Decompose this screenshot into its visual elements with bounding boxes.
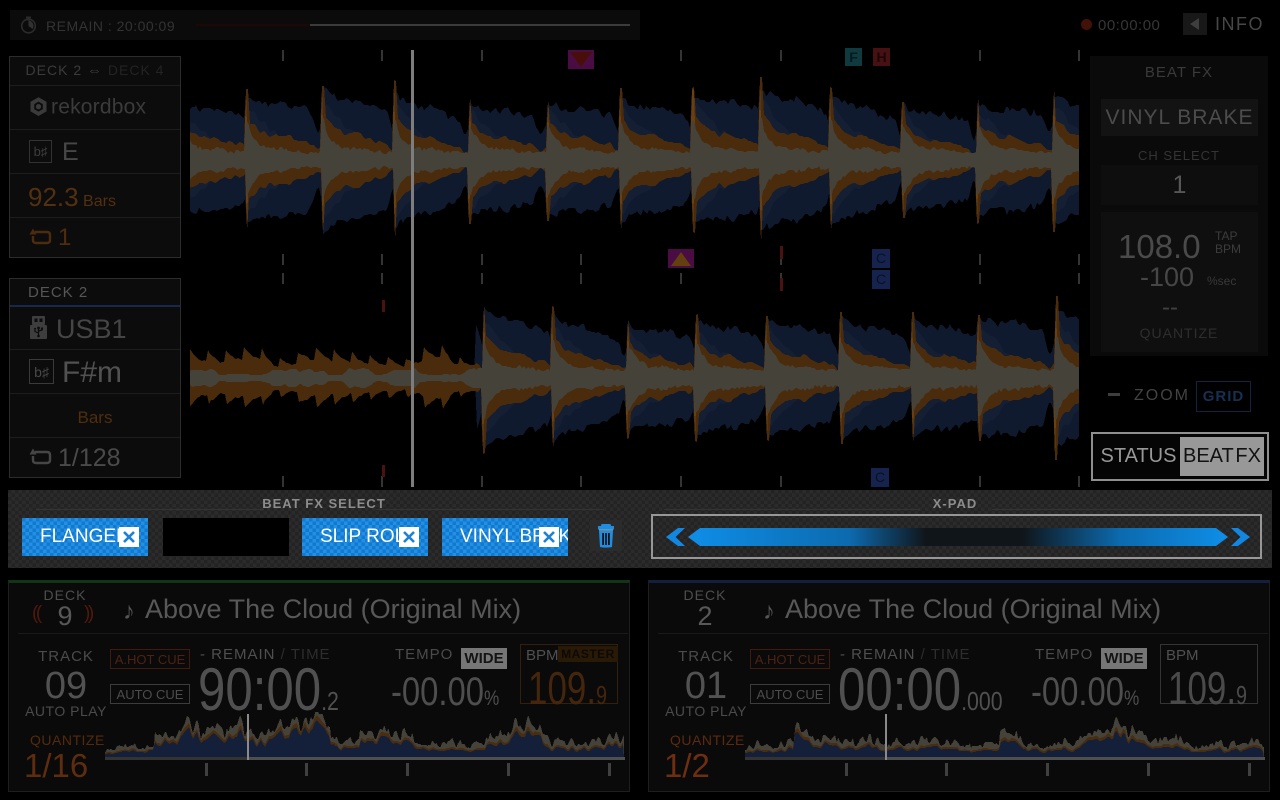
svg-text:rekordbox: rekordbox [51,96,146,118]
